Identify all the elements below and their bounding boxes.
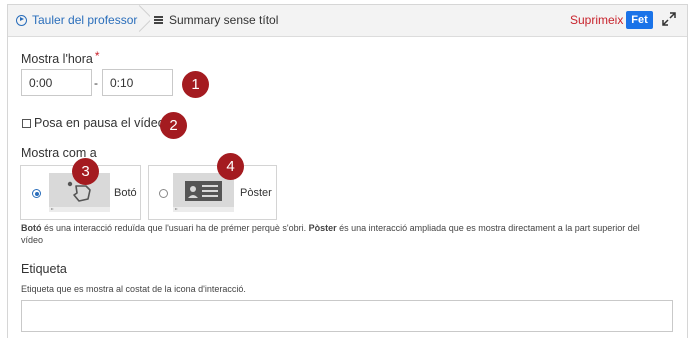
label-text-input[interactable] [21, 300, 673, 332]
time-separator: - [94, 76, 98, 90]
play-circle-icon [16, 14, 27, 26]
editor-frame: Tauler del professorat Summary sense tít… [7, 4, 688, 338]
video-progress-bar [173, 207, 234, 212]
display-as-help-text: Botó és una interacció reduïda que l'usu… [21, 223, 661, 246]
time-label-text: Mostra l'hora [21, 52, 93, 66]
label-field-label: Etiqueta [21, 262, 67, 276]
help-bold-poster: Pòster [308, 223, 337, 233]
annotation-badge-2: 2 [160, 112, 187, 139]
pause-video-label: Posa en pausa el vídeo [34, 116, 165, 130]
label-field-description: Etiqueta que es mostra al costat de la i… [21, 284, 246, 294]
start-time-input[interactable] [21, 69, 92, 96]
help-text-1: és una interacció reduïda que l'usuari h… [41, 223, 309, 233]
radio-poster-option[interactable] [159, 189, 168, 198]
option-label-poster: Pòster [240, 187, 272, 199]
dashboard-link-label: Tauler del professorat [32, 13, 148, 27]
list-icon [154, 16, 163, 24]
radio-button-option[interactable] [32, 189, 41, 198]
annotation-badge-1: 1 [182, 71, 209, 98]
dashboard-link[interactable]: Tauler del professorat [16, 13, 147, 27]
annotation-badge-3: 3 [72, 158, 99, 185]
breadcrumb-title: Summary sense títol [169, 13, 279, 27]
display-option-poster[interactable]: Pòster [148, 165, 277, 220]
fullscreen-icon[interactable] [662, 12, 676, 26]
done-button[interactable]: Fet [626, 11, 653, 29]
breadcrumb-separator [138, 5, 150, 36]
option-label-button: Botó [114, 187, 137, 199]
annotation-badge-4: 4 [217, 153, 244, 180]
required-mark: * [94, 49, 100, 63]
top-toolbar: Tauler del professorat Summary sense tít… [8, 5, 687, 37]
breadcrumb-current: Summary sense títol [154, 13, 278, 27]
time-field-label: Mostra l'hora * [21, 49, 100, 66]
video-progress-bar [49, 207, 110, 212]
pause-video-checkbox[interactable] [22, 119, 31, 128]
help-bold-button: Botó [21, 223, 42, 233]
delete-button[interactable]: Suprimeix [570, 13, 623, 27]
end-time-input[interactable] [102, 69, 173, 96]
